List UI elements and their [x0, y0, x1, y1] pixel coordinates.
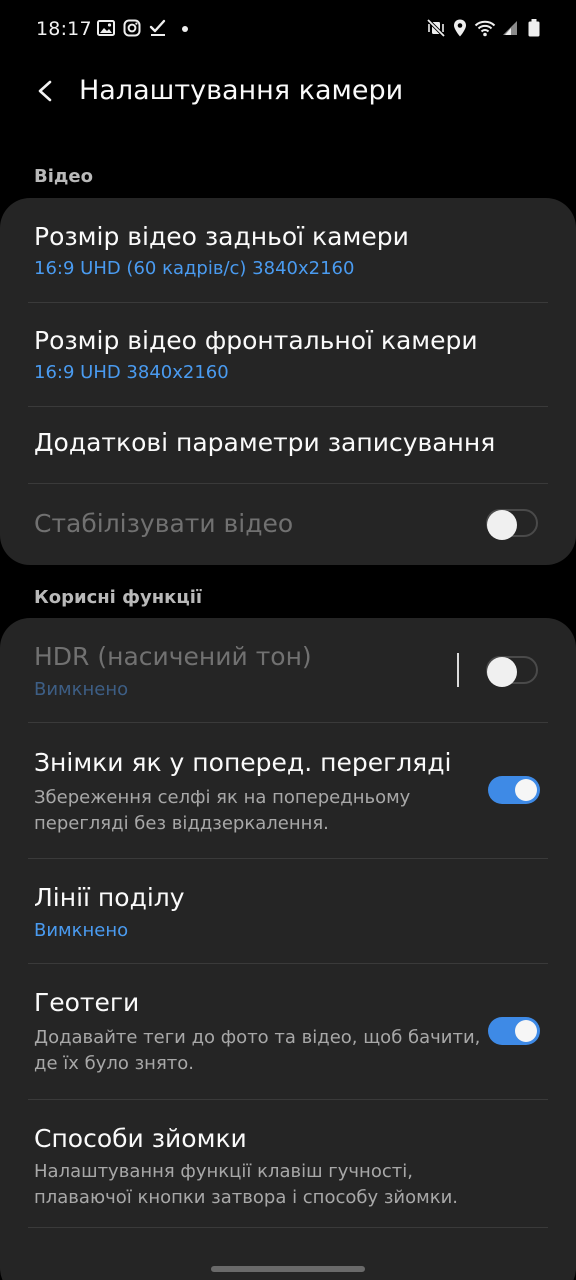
setting-description: Збереження селфі як на попередньому пере… [34, 787, 411, 834]
video-settings-card: Розмір відео задньої камери 16:9 UHD (60… [0, 198, 576, 565]
setting-title: Стабілізувати відео [34, 509, 294, 538]
toggle-knob [487, 510, 517, 540]
setting-value: Вимкнено [34, 920, 129, 941]
setting-grid-lines[interactable]: Лінії поділу Вимкнено [34, 859, 548, 963]
setting-title: Лінії поділу [34, 883, 185, 912]
section-label-useful: Корисні функції [34, 587, 203, 608]
toggle-knob [515, 1020, 537, 1042]
hdr-toggle [486, 656, 538, 687]
app-bar: Налаштування камери [0, 58, 576, 128]
setting-hdr: HDR (насичений тон) Вимкнено [34, 618, 548, 722]
check-icon [148, 18, 168, 38]
setting-stabilize-video: Стабілізувати відео [34, 484, 548, 564]
wifi-icon [474, 18, 496, 38]
gesture-navigation-handle[interactable] [211, 1266, 365, 1272]
section-label-video: Відео [34, 166, 94, 187]
setting-rear-video-size[interactable]: Розмір відео задньої камери 16:9 UHD (60… [34, 198, 548, 302]
setting-description: Додавайте теги до фото та відео, щоб бач… [34, 1027, 481, 1074]
signal-icon [500, 18, 520, 38]
stabilize-toggle [486, 509, 538, 540]
setting-title: Геотеги [34, 988, 140, 1017]
battery-icon [526, 18, 542, 38]
setting-value: Вимкнено [34, 679, 129, 700]
setting-title: Розмір відео задньої камери [34, 222, 409, 251]
page-title: Налаштування камери [79, 75, 404, 106]
divider [28, 1227, 548, 1228]
setting-save-pictures-as-previewed[interactable]: Знімки як у поперед. перегляді Збереженн… [34, 723, 548, 858]
instagram-icon [122, 18, 142, 38]
useful-functions-card: HDR (насичений тон) Вимкнено Знімки як у… [0, 618, 576, 1280]
image-icon [96, 18, 116, 38]
status-bar: 18:17 [0, 0, 576, 58]
setting-advanced-recording[interactable]: Додаткові параметри записування [34, 407, 548, 483]
setting-front-video-size[interactable]: Розмір відео фронтальної камери 16:9 UHD… [34, 303, 548, 406]
setting-title: Додаткові параметри записування [34, 428, 496, 457]
setting-location-tags[interactable]: Геотеги Додавайте теги до фото та відео,… [34, 964, 548, 1099]
setting-title: Знімки як у поперед. перегляді [34, 748, 452, 777]
location-tags-toggle[interactable] [488, 1017, 540, 1045]
arrow-back-icon[interactable] [28, 74, 62, 108]
setting-description: Налаштування функції клавіш гучності, пл… [34, 1161, 459, 1208]
mute-vibrate-icon [426, 18, 446, 38]
location-icon [450, 18, 470, 38]
setting-title: Способи зйомки [34, 1124, 247, 1153]
setting-value: 16:9 UHD (60 кадрів/с) 3840x2160 [34, 258, 355, 279]
toggle-knob [487, 657, 517, 687]
preview-pictures-toggle[interactable] [488, 776, 540, 804]
toggle-knob [515, 779, 537, 801]
status-time: 18:17 [36, 18, 92, 40]
setting-value: 16:9 UHD 3840x2160 [34, 362, 229, 383]
dot-icon [176, 18, 196, 38]
setting-shooting-methods[interactable]: Способи зйомки Налаштування функції клав… [34, 1100, 548, 1227]
setting-title: Розмір відео фронтальної камери [34, 326, 478, 355]
setting-title: HDR (насичений тон) [34, 642, 312, 671]
vertical-separator [457, 653, 459, 687]
